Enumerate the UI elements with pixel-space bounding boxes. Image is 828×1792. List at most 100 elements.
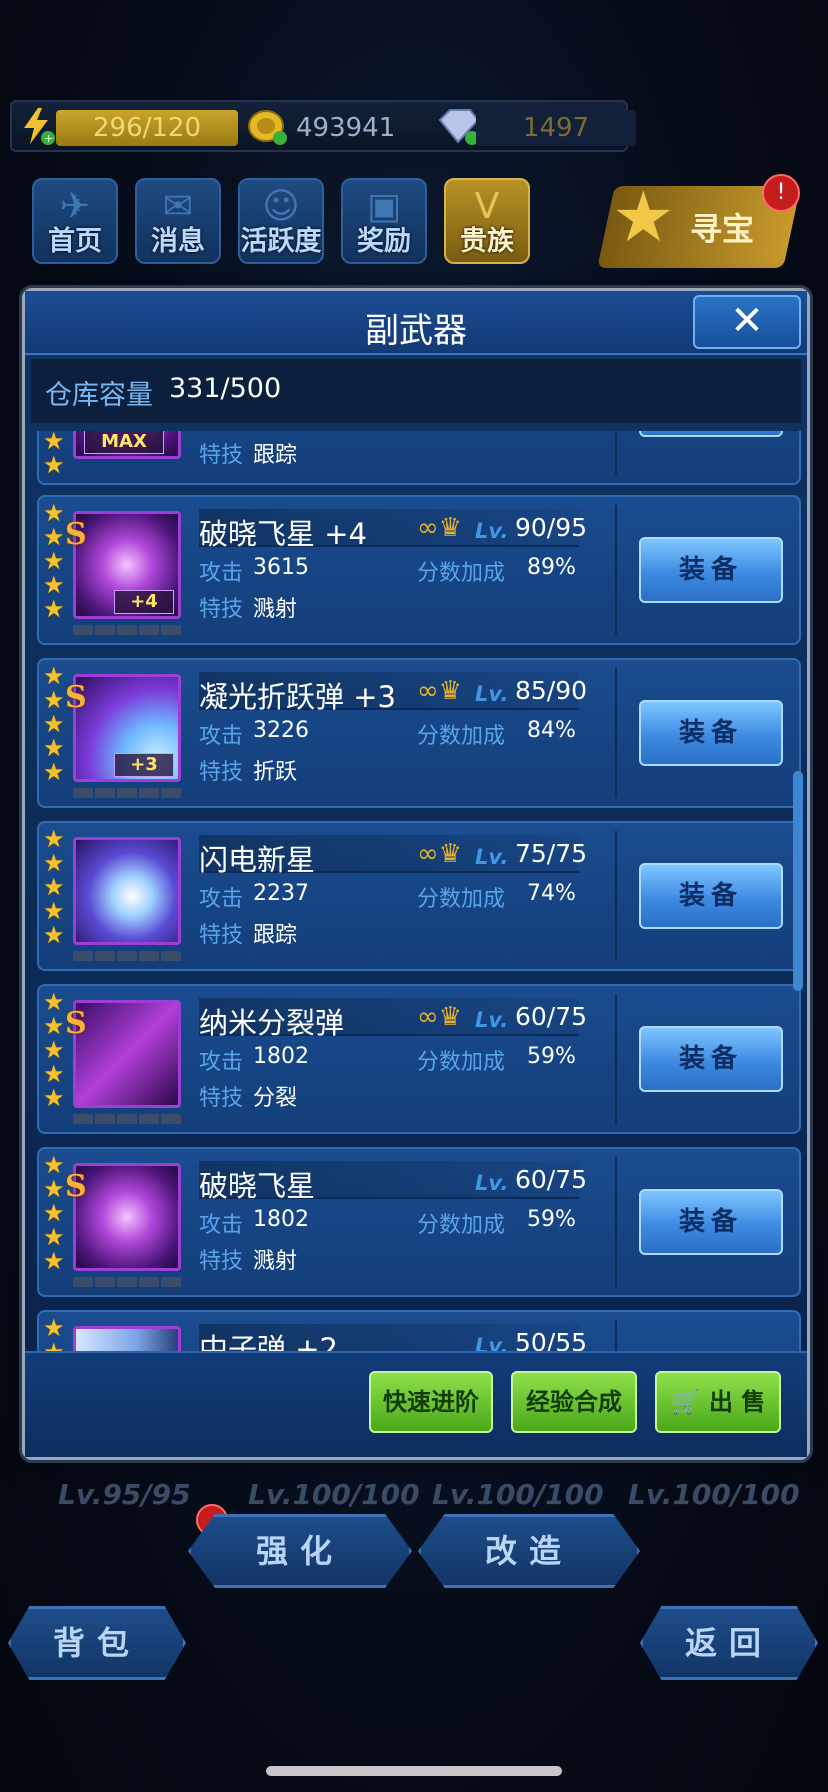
weapon-card-partial-bottom[interactable]: ★★ 中子弹 +2 Lv. 50/55 xyxy=(37,1310,801,1351)
weapon-card[interactable]: S ★ ★ ★ ★ ★ 破晓飞星 Lv. 60/75 攻击 1802 分数加成 59% … xyxy=(37,1147,801,1297)
weapon-name: 破晓飞星 xyxy=(199,1169,316,1203)
weapon-name-row: 凝光折跃弹 +3 ∞♛ Lv. 85/90 xyxy=(199,672,587,714)
equip-button[interactable]: 装备 xyxy=(639,1026,783,1092)
equip-button[interactable]: 装备 xyxy=(639,700,783,766)
upgrade-pips xyxy=(73,951,181,961)
nav-rewards-button[interactable]: ▣ 奖励 xyxy=(341,178,427,264)
coin-icon xyxy=(246,106,287,146)
nav-vip-button[interactable]: V 贵族 xyxy=(444,178,530,264)
weapon-name-row: 中子弹 +2 Lv. 50/55 xyxy=(199,1324,587,1351)
weapon-card[interactable]: +3 S ★ ★ ★ ★ ★ 凝光折跃弹 +3 ∞♛ Lv. 85/90 攻击 3226… xyxy=(37,658,801,808)
treasure-label: 寻宝 xyxy=(690,210,755,248)
weapon-thumbnail xyxy=(73,1163,181,1271)
equip-button[interactable] xyxy=(639,431,783,437)
coin-value: 493941 xyxy=(296,113,396,143)
star-icon: ★ xyxy=(43,825,65,853)
link-wing-icon: ∞♛ xyxy=(417,1002,462,1032)
nav-activity-label: 活跃度 xyxy=(240,226,322,257)
svg-text:+: + xyxy=(44,132,53,145)
weapon-name: 纳米分裂弹 xyxy=(199,1006,345,1040)
level-value: 85/90 xyxy=(515,676,588,705)
backpack-button[interactable]: 背包 xyxy=(8,1606,186,1680)
star-icon: ★ xyxy=(43,1084,65,1112)
star-icon: ★ xyxy=(43,897,65,925)
attack-label: 攻击 xyxy=(199,1050,244,1075)
warehouse-capacity: 仓库容量 331/500 xyxy=(31,359,801,423)
star-rating: ★ ★ xyxy=(43,431,69,477)
attack-label: 攻击 xyxy=(199,724,244,749)
star-icon: ★ xyxy=(43,499,65,527)
back-button[interactable]: 返回 xyxy=(640,1606,818,1680)
attack-value: 1802 xyxy=(253,1044,309,1069)
weapon-card[interactable]: S ★ ★ ★ ★ ★ 纳米分裂弹 ∞♛ Lv. 60/75 攻击 1802 分数加成 … xyxy=(37,984,801,1134)
star-icon: ★ xyxy=(43,921,65,949)
star-icon: ★ xyxy=(43,758,65,786)
skill-value: 分裂 xyxy=(253,1086,298,1111)
nav-home-button[interactable]: ✈ 首页 xyxy=(32,178,118,264)
score-bonus-value: 59% xyxy=(527,1207,576,1232)
weapon-name: 闪电新星 xyxy=(199,843,316,877)
treasure-alert-badge: ! xyxy=(762,174,800,212)
scrollbar-thumb[interactable] xyxy=(793,771,803,991)
score-bonus-label: 分数加成 xyxy=(417,887,506,912)
upgrade-pips xyxy=(73,625,181,635)
weapon-card-partial-top[interactable]: MAX ★ ★ 特技 跟踪 xyxy=(37,431,801,485)
star-icon: ★ xyxy=(43,849,65,877)
card-divider xyxy=(615,831,617,961)
upgrade-pips xyxy=(73,788,181,798)
card-divider xyxy=(615,668,617,798)
nav-messages-button[interactable]: ✉ 消息 xyxy=(135,178,221,264)
score-bonus-value: 59% xyxy=(527,1044,576,1069)
star-icon: ★ xyxy=(43,1340,69,1351)
star-icon: ★ xyxy=(43,1223,65,1251)
star-rating: ★ ★ ★ ★ ★ xyxy=(43,827,69,947)
score-bonus-value: 89% xyxy=(527,555,576,580)
weapon-thumbnail xyxy=(73,837,181,945)
score-bonus-label: 分数加成 xyxy=(417,561,506,586)
weapon-card[interactable]: ★ ★ ★ ★ ★ 闪电新星 ∞♛ Lv. 75/75 攻击 2237 分数加成 74%… xyxy=(37,821,801,971)
capacity-label: 仓库容量 xyxy=(45,380,153,411)
star-icon: ★ xyxy=(43,710,65,738)
dialog-header: 副武器 ✕ xyxy=(25,291,807,355)
weapon-list[interactable]: MAX ★ ★ 特技 跟踪 +4 S ★★★★★ 破晓飞星 +4 ∞♛ xyxy=(31,431,801,1351)
dialog-title: 副武器 xyxy=(365,311,467,351)
equip-button[interactable]: 装备 xyxy=(639,863,783,929)
nav-home-label: 首页 xyxy=(48,226,102,257)
weapon-name-row: 破晓飞星 Lv. 60/75 xyxy=(199,1161,587,1203)
skill-label: 特技 xyxy=(199,760,244,785)
star-icon: ★ xyxy=(43,1060,65,1088)
star-icon: ★ xyxy=(43,1314,65,1342)
star-icon: ★ xyxy=(43,1247,65,1275)
attack-label: 攻击 xyxy=(199,561,244,586)
attack-label: 攻击 xyxy=(199,1213,244,1238)
skill-value: 溅射 xyxy=(253,597,298,622)
weapon-name-row: 纳米分裂弹 ∞♛ Lv. 60/75 xyxy=(199,998,587,1040)
equip-button[interactable]: 装备 xyxy=(639,537,783,603)
close-button[interactable]: ✕ xyxy=(693,295,801,349)
list-scrollbar[interactable] xyxy=(793,431,803,1351)
quick-advance-button[interactable]: 快速进阶 xyxy=(369,1371,493,1433)
equip-button[interactable]: 装备 xyxy=(639,1189,783,1255)
sell-button[interactable]: 🛒 出 售 xyxy=(655,1371,781,1433)
weapon-thumbnail: +4 xyxy=(73,511,181,619)
star-icon: ★ xyxy=(43,523,65,551)
nav-activity-button[interactable]: ☺ 活跃度 xyxy=(238,178,324,264)
home-indicator[interactable] xyxy=(266,1766,562,1776)
star-icon: ★ xyxy=(43,595,65,623)
nav-vip-label: 贵族 xyxy=(460,226,514,257)
weapon-name-row: 闪电新星 ∞♛ Lv. 75/75 xyxy=(199,835,587,877)
level-label: Lv. xyxy=(475,1334,509,1351)
attack-label: 攻击 xyxy=(199,887,244,912)
star-icon: ★ xyxy=(43,662,65,690)
weapon-card[interactable]: +4 S ★ ★ ★ ★ ★ 破晓飞星 +4 ∞♛ Lv. 90/95 攻击 3615 … xyxy=(37,495,801,645)
skill-label: 特技 xyxy=(199,443,244,468)
star-rating: ★ ★ ★ ★ ★ xyxy=(43,501,69,621)
skill-label: 特技 xyxy=(199,1249,244,1274)
score-bonus-value: 74% xyxy=(527,881,576,906)
score-bonus-label: 分数加成 xyxy=(417,724,506,749)
star-rating: ★★ xyxy=(43,1316,69,1351)
capacity-value: 331/500 xyxy=(169,373,282,404)
modify-button[interactable]: 改造 xyxy=(418,1514,640,1588)
strengthen-button[interactable]: 强化 xyxy=(188,1514,412,1588)
exp-merge-button[interactable]: 经验合成 xyxy=(511,1371,637,1433)
